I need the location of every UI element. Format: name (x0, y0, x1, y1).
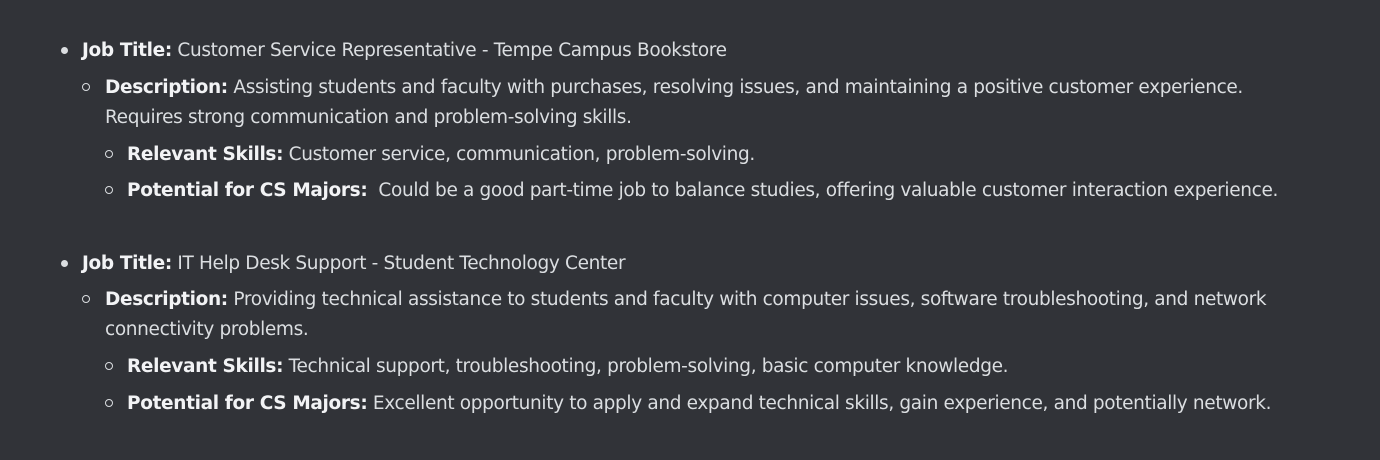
skills-value: Customer service, communication, problem… (288, 144, 756, 165)
potential-label: Potential for CS Majors: (127, 180, 368, 201)
job-title-label: Job Title: (82, 253, 172, 274)
job-title-value: IT Help Desk Support - Student Technolog… (177, 253, 626, 274)
skills-line: Relevant Skills: Technical support, trou… (127, 352, 1009, 382)
job-title-line: Job Title: Customer Service Representati… (82, 36, 727, 66)
bullet-circle-icon (82, 83, 90, 91)
bullet-circle-icon (105, 150, 113, 158)
potential-label: Potential for CS Majors: (127, 393, 368, 414)
skills-label: Relevant Skills: (127, 144, 284, 165)
chat-message-content: Job Title: Customer Service Representati… (0, 0, 1380, 460)
bullet-disc-icon (61, 47, 68, 54)
description-value: Assisting students and faculty with purc… (233, 77, 1243, 98)
description-line: Description: Assisting students and facu… (105, 73, 1243, 103)
description-label: Description: (105, 289, 228, 310)
job-title-value: Customer Service Representative - Tempe … (177, 40, 727, 61)
potential-line: Potential for CS Majors: Could be a good… (127, 176, 1278, 206)
bullet-disc-icon (61, 260, 68, 267)
bullet-circle-icon (105, 186, 113, 194)
potential-value: Excellent opportunity to apply and expan… (372, 393, 1272, 414)
description-continuation: connectivity problems. (105, 315, 309, 345)
description-value-cont: connectivity problems. (105, 319, 309, 340)
potential-line: Potential for CS Majors: Excellent oppor… (127, 389, 1271, 419)
bullet-circle-icon (105, 399, 113, 407)
skills-line: Relevant Skills: Customer service, commu… (127, 140, 755, 170)
description-label: Description: (105, 77, 228, 98)
job-title-line: Job Title: IT Help Desk Support - Studen… (82, 249, 626, 279)
skills-label: Relevant Skills: (127, 356, 284, 377)
bullet-circle-icon (105, 362, 113, 370)
skills-value: Technical support, troubleshooting, prob… (288, 356, 1009, 377)
job-title-label: Job Title: (82, 40, 172, 61)
description-value: Providing technical assistance to studen… (233, 289, 1267, 310)
description-value-cont: Requires strong communication and proble… (105, 107, 632, 128)
potential-value: Could be a good part-time job to balance… (372, 180, 1279, 201)
bullet-circle-icon (82, 295, 90, 303)
description-continuation: Requires strong communication and proble… (105, 103, 632, 133)
description-line: Description: Providing technical assista… (105, 285, 1267, 315)
